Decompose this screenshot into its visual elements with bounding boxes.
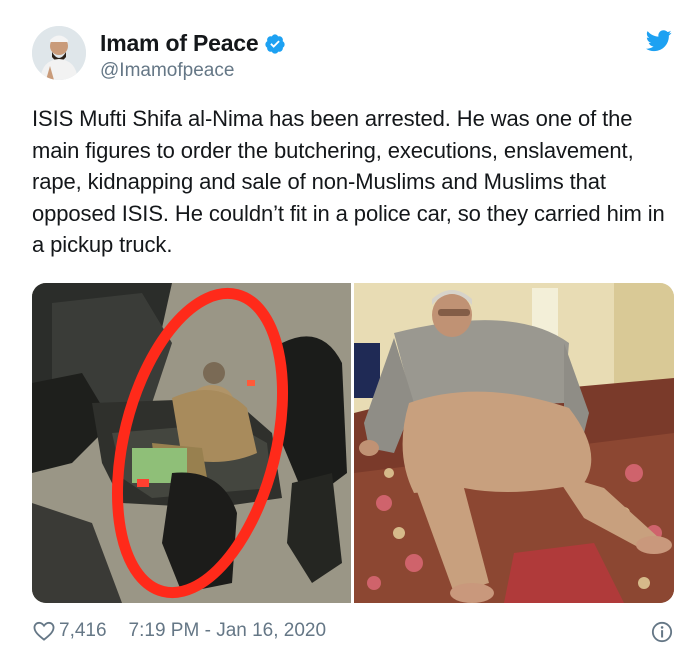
tweet-text: ISIS Mufti Shifa al-Nima has been arrest…	[32, 106, 665, 257]
verified-badge-icon	[265, 33, 286, 54]
author-handle[interactable]: @Imamofpeace	[100, 60, 234, 82]
tweet-timestamp[interactable]: 7:19 PM - Jan 16, 2020	[129, 620, 327, 642]
author-avatar[interactable]	[32, 26, 86, 80]
tweet-meta: 7,416 7:19 PM - Jan 16, 2020	[33, 620, 326, 642]
tweet-photo-detainee[interactable]	[354, 283, 674, 603]
tweet-photo-arrest-scene[interactable]	[32, 283, 351, 603]
heart-icon[interactable]	[33, 621, 55, 641]
twitter-bird-icon[interactable]	[646, 30, 672, 52]
like-count[interactable]: 7,416	[59, 620, 107, 642]
author-display-name[interactable]: Imam of Peace	[100, 30, 259, 57]
info-icon[interactable]	[651, 621, 673, 643]
tweet-card: Imam of Peace @Imamofpeace ISIS Mufti Sh…	[0, 0, 700, 662]
author-name-row: Imam of Peace	[100, 30, 286, 57]
